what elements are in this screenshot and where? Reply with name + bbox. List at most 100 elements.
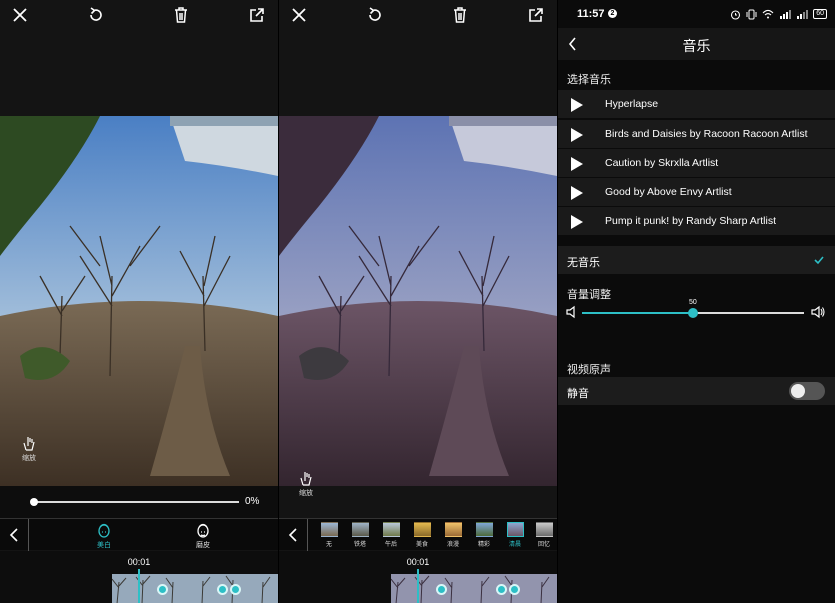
play-icon[interactable] [571, 98, 583, 112]
back-button[interactable] [0, 519, 29, 551]
filter-thumbnail [535, 522, 553, 537]
playhead[interactable] [138, 569, 140, 603]
track-name: Hyperlapse [605, 98, 659, 110]
battery-indicator: 60 [813, 9, 827, 19]
original-audio-label: 视频原声 [567, 364, 611, 376]
editor-panel-filter: 缩放 无 铁塔 午后 美食 浪漫 精彩 清晨 回忆 00:01 [279, 0, 557, 603]
filter-item[interactable]: 午后 [380, 522, 402, 548]
filter-label: 铁塔 [353, 542, 366, 548]
close-icon[interactable] [10, 5, 30, 25]
keyframe-marker[interactable] [217, 584, 228, 595]
volume-high-icon[interactable] [811, 305, 825, 319]
track-name: Caution by Skrxlla Artlist [605, 157, 719, 169]
vibrate-icon [746, 9, 757, 19]
share-icon[interactable] [247, 5, 267, 25]
timeline: 00:01 [279, 551, 557, 603]
filter-item[interactable]: 浪漫 [442, 522, 464, 548]
track-name: Birds and Daisies by Racoon Racoon Artli… [605, 128, 808, 140]
timecode: 00:01 [127, 557, 151, 567]
filter-label: 无 [325, 542, 332, 548]
trash-icon[interactable] [171, 5, 191, 25]
intensity-slider-knob[interactable] [30, 498, 38, 506]
tool-smooth[interactable]: 磨皮 [183, 521, 223, 550]
play-icon[interactable] [571, 128, 583, 142]
keyframe-marker[interactable] [230, 584, 241, 595]
tool-label: 美白 [97, 542, 111, 549]
playhead[interactable] [417, 569, 419, 603]
track-name: Pump it punk! by Randy Sharp Artlist [605, 215, 776, 227]
filter-thumbnail [506, 522, 524, 537]
toggle-knob [791, 384, 805, 398]
filter-label: 清晨 [508, 542, 521, 548]
tool-whiten[interactable]: 美白 [84, 521, 124, 550]
music-track-item[interactable]: Pump it punk! by Randy Sharp Artlist [558, 207, 835, 236]
zoom-hint-label: 缩放 [299, 490, 313, 497]
music-track-item[interactable]: Good by Above Envy Artlist [558, 178, 835, 207]
beauty-tool-bar: 美白 磨皮 [0, 518, 278, 551]
photo-preview[interactable] [0, 116, 278, 486]
keyframe-marker[interactable] [157, 584, 168, 595]
filter-bar: 无 铁塔 午后 美食 浪漫 精彩 清晨 回忆 [279, 518, 557, 551]
notification-badge: 2 [608, 9, 617, 18]
clip-strip[interactable] [112, 574, 278, 603]
zoom-hint-label: 缩放 [22, 455, 36, 462]
no-music-label: 无音乐 [567, 257, 600, 269]
keyframe-marker[interactable] [496, 584, 507, 595]
intensity-slider-track[interactable] [33, 501, 239, 503]
music-navbar: 音乐 [558, 28, 835, 60]
filter-label: 精彩 [477, 542, 490, 548]
filter-thumbnail [475, 522, 493, 537]
filter-thumbnail [382, 522, 400, 537]
play-icon[interactable] [571, 215, 583, 229]
filter-none[interactable]: 无 [318, 522, 340, 548]
volume-low-icon[interactable] [565, 305, 579, 319]
volume-slider[interactable]: 50 [558, 298, 835, 328]
filter-item[interactable]: 精彩 [473, 522, 495, 548]
photo-preview-filtered[interactable] [279, 116, 557, 486]
tool-label: 磨皮 [196, 542, 210, 549]
keyframe-marker[interactable] [436, 584, 447, 595]
clip-strip[interactable] [391, 574, 557, 603]
filter-item[interactable]: 美食 [411, 522, 433, 548]
face-whiten-icon [98, 523, 110, 538]
play-icon[interactable] [571, 157, 583, 171]
no-music-row[interactable]: 无音乐 [558, 246, 835, 274]
rotate-icon[interactable] [86, 5, 106, 25]
share-icon[interactable] [526, 5, 546, 25]
mute-toggle[interactable] [789, 382, 825, 400]
timecode: 00:01 [406, 557, 430, 567]
filter-thumbnail [351, 522, 369, 537]
chevron-left-icon [9, 528, 18, 542]
pinch-icon [23, 437, 35, 451]
filter-thumbnail [413, 522, 431, 537]
intensity-slider-row: 0% [0, 486, 278, 518]
keyframe-marker[interactable] [509, 584, 520, 595]
filter-item-selected[interactable]: 清晨 [504, 522, 526, 548]
intensity-slider-value: 0% [245, 496, 260, 507]
editor-top-toolbar [279, 0, 557, 30]
music-track-item[interactable]: Birds and Daisies by Racoon Racoon Artli… [558, 120, 835, 149]
wifi-icon [762, 9, 774, 19]
filter-label: 美食 [415, 542, 428, 548]
status-time: 11:57 [577, 8, 605, 20]
close-icon[interactable] [289, 5, 309, 25]
filter-label: 午后 [384, 542, 397, 548]
rotate-icon[interactable] [365, 5, 385, 25]
music-track-item[interactable]: Caution by Skrxlla Artlist [558, 149, 835, 178]
filter-item[interactable]: 回忆 [533, 522, 555, 548]
play-icon[interactable] [571, 186, 583, 200]
signal-icon-2 [797, 10, 809, 19]
music-track-item[interactable]: Hyperlapse [558, 90, 835, 119]
chevron-left-icon [288, 528, 297, 542]
mute-label: 静音 [567, 388, 589, 400]
checkmark-icon [814, 256, 824, 265]
pinch-icon [300, 472, 312, 486]
filter-item[interactable]: 铁塔 [349, 522, 371, 548]
editor-top-toolbar [0, 0, 278, 30]
status-icons: 60 [730, 8, 827, 20]
trash-icon[interactable] [450, 5, 470, 25]
back-button[interactable] [279, 519, 308, 551]
filter-thumbnail [320, 522, 338, 537]
volume-knob[interactable] [688, 308, 698, 318]
filter-thumbnail [444, 522, 462, 537]
